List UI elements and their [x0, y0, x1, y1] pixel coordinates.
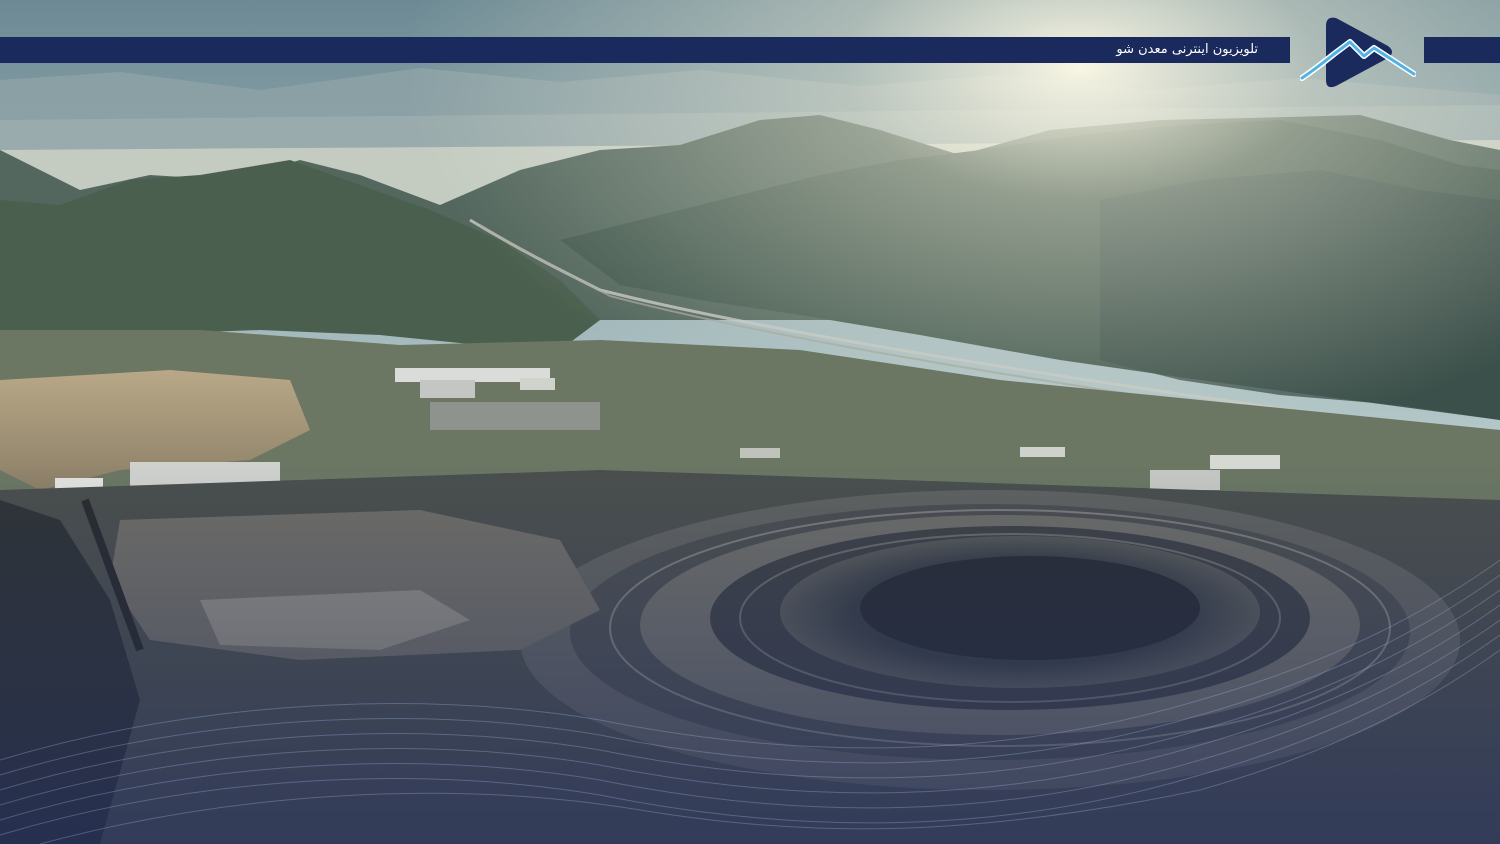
channel-title: تلویزیون اینترنی معدن شو	[1116, 42, 1258, 57]
mine-landscape-photo	[0, 0, 1500, 844]
mountain-play-icon	[1300, 17, 1416, 88]
header-banner	[0, 37, 1290, 63]
page: تلویزیون اینترنی معدن شو	[0, 0, 1500, 844]
header-banner-tail	[1424, 37, 1500, 63]
